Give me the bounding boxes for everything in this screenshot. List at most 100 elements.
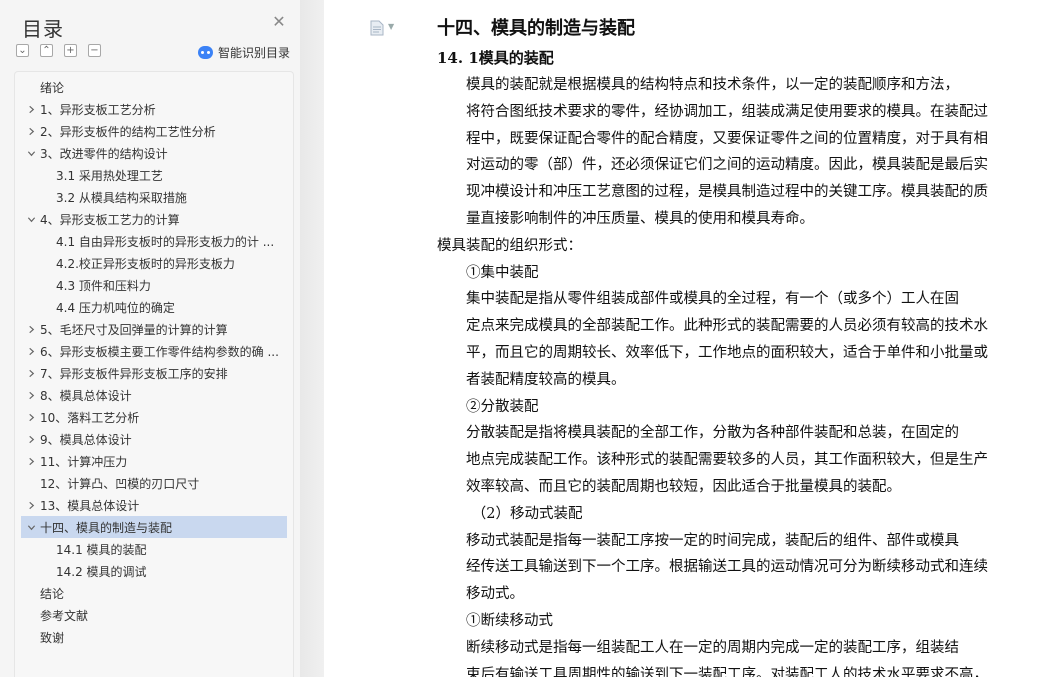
- toc-item[interactable]: 8、模具总体设计: [21, 384, 287, 406]
- toc-item-label: 4.3 顶件和压料力: [56, 278, 151, 293]
- toc-item[interactable]: 致谢: [21, 626, 287, 648]
- chevron-right-icon[interactable]: [25, 103, 37, 115]
- chevron-right-icon[interactable]: [25, 455, 37, 467]
- collapse-all-icon[interactable]: ⌃: [40, 44, 53, 57]
- toc-item-label: 3.1 采用热处理工艺: [56, 168, 163, 183]
- toc-item[interactable]: 3、改进零件的结构设计: [21, 142, 287, 164]
- add-heading-icon[interactable]: +: [64, 44, 77, 57]
- toc-item[interactable]: 12、计算凸、凹模的刃口尺寸: [21, 472, 287, 494]
- paragraph-line: 量直接影响制件的冲压质量、模具的使用和模具寿命。: [466, 210, 814, 227]
- chevron-right-icon[interactable]: [25, 411, 37, 423]
- toc-item-label: 11、计算冲压力: [40, 454, 128, 469]
- document-area: ▼ 十四、模具的制造与装配 14. 1模具的装配 模具的装配就是根据模具的结构特…: [324, 0, 1037, 677]
- toc-item[interactable]: 2、异形支板件的结构工艺性分析: [21, 120, 287, 142]
- paragraph-line: 程中，既要保证配合零件的配合精度，又要保证零件之间的位置精度，对于具有相: [466, 130, 988, 147]
- toc-item-label: 3、改进零件的结构设计: [40, 146, 168, 161]
- smart-toc-label: 智能识别目录: [218, 45, 291, 60]
- toc-item-label: 7、异形支板件异形支板工序的安排: [40, 366, 228, 381]
- paragraph-line: 经传送工具输送到下一个工序。根据输送工具的运动情况可分为断续移动式和连续: [466, 559, 988, 576]
- chevron-down-icon[interactable]: [25, 213, 37, 225]
- chevron-right-icon[interactable]: [25, 345, 37, 357]
- chevron-down-icon[interactable]: ▼: [388, 22, 394, 31]
- paragraph-line: 束后有输送工具周期性的输送到下一装配工序。对装配工人的技术水平要求不高，: [466, 666, 988, 677]
- toc-item[interactable]: 3.1 采用热处理工艺: [21, 164, 287, 186]
- chapter-heading: 十四、模具的制造与装配: [437, 18, 635, 39]
- toc-item[interactable]: 1、异形支板工艺分析: [21, 98, 287, 120]
- toc-item[interactable]: 10、落料工艺分析: [21, 406, 287, 428]
- toc-item[interactable]: 14.2 模具的调试: [21, 560, 287, 582]
- chevron-right-icon[interactable]: [25, 433, 37, 445]
- close-icon[interactable]: ✕: [272, 14, 286, 30]
- remove-heading-icon[interactable]: −: [88, 44, 101, 57]
- paragraph: 集中装配是指从零件组装成部件或模具的全过程，有一个（或多个）工人在固 定点来完成模…: [437, 286, 1015, 393]
- toc-item[interactable]: 6、异形支板模主要工作零件结构参数的确 ...: [21, 340, 287, 362]
- paragraph: 模具装配的组织形式：: [437, 233, 1015, 260]
- toc-item[interactable]: 参考文献: [21, 604, 287, 626]
- toc-item[interactable]: 4.1 自由异形支板时的异形支板力的计 ...: [21, 230, 287, 252]
- paragraph: 移动式装配是指每一装配工序按一定的时间完成，装配后的组件、部件或模具经传送工具输…: [437, 528, 1015, 608]
- toc-item-label: 9、模具总体设计: [40, 432, 132, 447]
- toc-title: 目录: [22, 17, 64, 41]
- toc-item-label: 4.1 自由异形支板时的异形支板力的计 ...: [56, 234, 275, 249]
- toc-item[interactable]: 4、异形支板工艺力的计算: [21, 208, 287, 230]
- toc-item[interactable]: 5、毛坯尺寸及回弹量的计算的计算: [21, 318, 287, 340]
- toc-item[interactable]: 7、异形支板件异形支板工序的安排: [21, 362, 287, 384]
- toc-item[interactable]: 结论: [21, 582, 287, 604]
- paragraph-line: 地点完成装配工作。该种形式的装配需要较多的人员，其工作面积较大，但是生产: [466, 452, 988, 469]
- section-heading: 14. 1模具的装配: [437, 49, 554, 67]
- toc-item-label: 5、毛坯尺寸及回弹量的计算的计算: [40, 322, 228, 337]
- paragraph-line: 对运动的零（部）件，还必须保证它们之间的运动精度。因此，模具装配是最后实: [466, 157, 988, 174]
- toc-item[interactable]: 4.3 顶件和压料力: [21, 274, 287, 296]
- toc-item[interactable]: 11、计算冲压力: [21, 450, 287, 472]
- toc-item-label: 4.2.校正异形支板时的异形支板力: [56, 256, 235, 271]
- toc-item-label: 14.2 模具的调试: [56, 564, 147, 579]
- chevron-right-icon[interactable]: [25, 389, 37, 401]
- toc-item-label: 参考文献: [40, 608, 89, 623]
- smart-toc-button[interactable]: 智能识别目录: [198, 43, 290, 61]
- paragraph-line: 者装配精度较高的模具。: [466, 371, 626, 388]
- chevron-right-icon[interactable]: [25, 499, 37, 511]
- toc-item[interactable]: 9、模具总体设计: [21, 428, 287, 450]
- paragraph-line: ①断续移动式: [466, 612, 553, 629]
- paragraph-line: ①集中装配: [466, 264, 539, 281]
- toc-item[interactable]: 14.1 模具的装配: [21, 538, 287, 560]
- toc-item[interactable]: 3.2 从模具结构采取措施: [21, 186, 287, 208]
- toc-item[interactable]: 十四、模具的制造与装配: [21, 516, 287, 538]
- toc-item-label: 13、模具总体设计: [40, 498, 140, 513]
- panel-splitter[interactable]: [300, 0, 324, 677]
- paragraph: 分散装配是指将模具装配的全部工作，分散为各种部件装配和总装，在固定的地点完成装配…: [437, 420, 1015, 500]
- toc-item-label: 4.4 压力机吨位的确定: [56, 300, 175, 315]
- paragraph: （2）移动式装配: [437, 501, 1015, 528]
- paragraph-line: 模具的装配就是根据模具的结构特点和技术条件，以一定的装配顺序和方法，: [466, 77, 959, 93]
- paragraph-line: 移动式装配是指每一装配工序按一定的时间完成，装配后的组件、部件或模具: [466, 532, 959, 549]
- document-body: 十四、模具的制造与装配 14. 1模具的装配 模具的装配就是根据模具的结构特点和…: [437, 14, 1015, 677]
- toc-item-label: 绪论: [40, 80, 65, 95]
- paragraph-line: 现冲模设计和冲压工艺意图的过程，是模具制造过程中的关键工序。模具装配的质: [466, 184, 988, 201]
- paragraph: ①集中装配: [437, 260, 1015, 287]
- toc-item-label: 3.2 从模具结构采取措施: [56, 190, 187, 205]
- toc-item-label: 致谢: [40, 630, 65, 645]
- toc-item-label: 8、模具总体设计: [40, 388, 132, 403]
- chevron-right-icon[interactable]: [25, 367, 37, 379]
- chevron-down-icon[interactable]: [25, 521, 37, 533]
- chevron-down-icon[interactable]: [25, 147, 37, 159]
- expand-all-icon[interactable]: ⌄: [16, 44, 29, 57]
- chevron-right-icon[interactable]: [25, 323, 37, 335]
- toc-item[interactable]: 4.2.校正异形支板时的异形支板力: [21, 252, 287, 274]
- document-icon[interactable]: [370, 20, 384, 36]
- paragraph-line: 效率较高、而且它的装配周期也较短，因此适合于批量模具的装配。: [466, 478, 901, 495]
- paragraph-line: 分散装配是指将模具装配的全部工作，分散为各种部件装配和总装，在固定的: [466, 425, 959, 442]
- paragraph-line: ②分散装配: [466, 398, 539, 415]
- toc-item-label: 1、异形支板工艺分析: [40, 102, 156, 117]
- toc-item-label: 十四、模具的制造与装配: [40, 520, 173, 535]
- toc-item[interactable]: 4.4 压力机吨位的确定: [21, 296, 287, 318]
- toc-item-label: 4、异形支板工艺力的计算: [40, 212, 180, 227]
- toc-panel: 目录 ✕ ⌄ ⌃ + − 智能识别目录 绪论 1、异形支板工艺分析 2、异形支板件的…: [0, 0, 300, 677]
- chevron-right-icon[interactable]: [25, 125, 37, 137]
- paragraph-container: 模具的装配就是根据模具的结构特点和技术条件，以一定的装配顺序和方法， 将符合图纸技…: [437, 72, 1015, 677]
- toc-item-label: 6、异形支板模主要工作零件结构参数的确 ...: [40, 344, 279, 359]
- paragraph-line: 断续移动式是指每一组装配工人在一定的周期内完成一定的装配工序，组装结: [466, 639, 959, 656]
- toc-item[interactable]: 绪论: [21, 76, 287, 98]
- paragraph: ①断续移动式: [437, 608, 1015, 635]
- toc-item[interactable]: 13、模具总体设计: [21, 494, 287, 516]
